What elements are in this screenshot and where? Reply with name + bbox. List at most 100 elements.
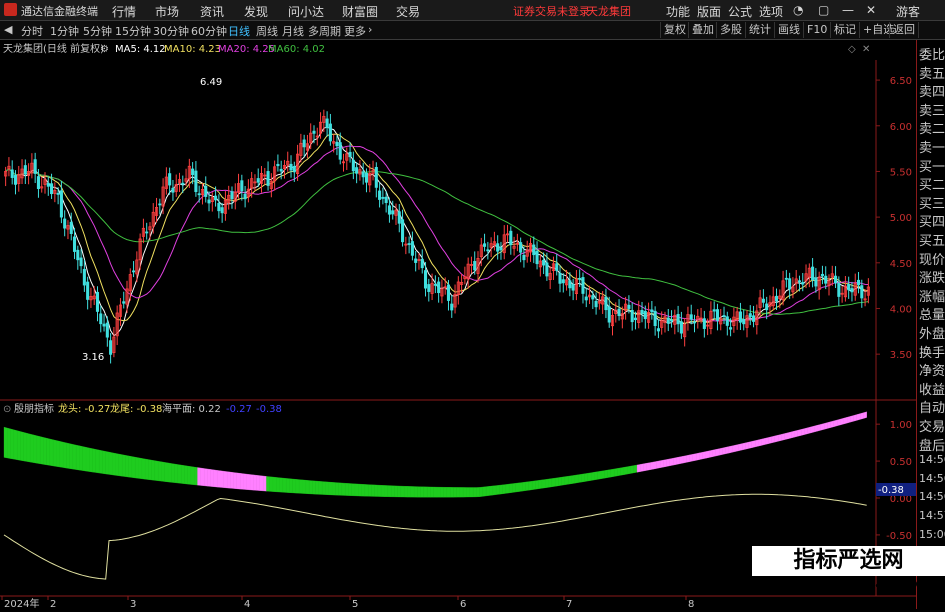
indicator-ribbon <box>725 446 730 454</box>
skin-icon[interactable]: ▢ <box>818 3 829 17</box>
tab-fenshi[interactable]: 分时 <box>21 23 43 39</box>
side-item[interactable]: 收益 <box>919 379 945 398</box>
side-item[interactable]: 净资 <box>919 360 945 379</box>
menu-item-caifuquan[interactable]: 财富圈 <box>342 3 378 20</box>
prev-icon[interactable]: ◀ <box>4 23 12 36</box>
side-item[interactable]: 卖三 <box>919 100 945 119</box>
indicator-ribbon <box>797 429 802 437</box>
menu-item-shichang[interactable]: 市场 <box>155 3 179 20</box>
tab-daily[interactable]: 日线 <box>228 23 250 39</box>
indicator-ribbon <box>692 453 697 462</box>
side-item[interactable]: 14:57 <box>919 509 945 522</box>
candle-body <box>23 165 27 175</box>
xtick-label: 2 <box>50 599 56 609</box>
tab-5min[interactable]: 5分钟 <box>83 23 112 39</box>
indicator-ribbon <box>492 485 497 496</box>
side-item[interactable]: 14:56 <box>919 472 945 485</box>
tab-multi-period[interactable]: 多周期 <box>308 23 341 39</box>
menu-item-gongshi[interactable]: 公式 <box>728 3 752 20</box>
side-item[interactable]: 涨幅 <box>919 286 945 305</box>
tab-1min[interactable]: 1分钟 <box>50 23 79 39</box>
indicator-ribbon <box>305 480 310 495</box>
close-icon[interactable]: ✕ <box>866 3 876 17</box>
side-item[interactable]: 卖四 <box>919 81 945 100</box>
candle-body <box>407 243 411 245</box>
candle-body <box>542 259 546 266</box>
side-item[interactable]: 卖二 <box>919 118 945 137</box>
candle-body <box>79 257 83 267</box>
side-item[interactable]: 14:56 <box>919 490 945 503</box>
ytick-label: 4.00 <box>890 304 912 315</box>
side-item[interactable]: 买四 <box>919 211 945 230</box>
indicator-ribbon <box>522 481 526 492</box>
side-item[interactable]: 买一 <box>919 156 945 175</box>
menu-item-banmian[interactable]: 版面 <box>697 3 721 20</box>
btn-f10[interactable]: F10 <box>803 22 830 38</box>
panel-close-icon[interactable]: ✕ <box>862 44 870 55</box>
indicator-ribbon <box>512 483 516 493</box>
side-item[interactable]: 15:00 <box>919 528 945 541</box>
menu-item-jiaoyi[interactable]: 交易 <box>396 3 420 20</box>
ma20-label: MA20: 4.25 <box>218 44 275 55</box>
menu-item-zixun[interactable]: 资讯 <box>200 3 224 20</box>
minimize-icon[interactable]: — <box>842 3 854 17</box>
side-item[interactable]: 外盘 <box>919 323 945 342</box>
panel-collapse-icon[interactable]: ◇ <box>848 44 856 55</box>
side-item[interactable]: 交易 <box>919 416 945 435</box>
side-item[interactable]: 买二 <box>919 174 945 193</box>
btn-biaoji[interactable]: 标记 <box>830 22 859 38</box>
side-item[interactable]: 委比 <box>919 44 945 63</box>
menu-item-wenxiaoda[interactable]: 问小达 <box>288 3 324 20</box>
side-item[interactable]: 现价 <box>919 249 945 268</box>
tab-monthly[interactable]: 月线 <box>282 23 304 39</box>
indicator-ribbon <box>374 484 379 497</box>
menu-item-xuanxiang[interactable]: 选项 <box>759 3 783 20</box>
user-icon[interactable]: ◔ <box>793 3 803 17</box>
candle-body <box>230 191 234 200</box>
menu-item-gongneng[interactable]: 功能 <box>666 3 690 20</box>
chart-area[interactable]: 天龙集团(日线 前复权) ⚙ MA5: 4.12 MA10: 4.23 MA20… <box>0 40 916 610</box>
btn-tongji[interactable]: 统计 <box>745 22 774 38</box>
side-item[interactable]: 自动 <box>919 397 945 416</box>
side-item[interactable]: 卖五 <box>919 63 945 82</box>
tab-weekly[interactable]: 周线 <box>256 23 278 39</box>
indicator-ribbon <box>240 473 244 490</box>
indicator-ribbon <box>863 411 867 419</box>
tab-15min[interactable]: 15分钟 <box>115 23 151 39</box>
settings-gear-icon[interactable]: ⚙ <box>100 44 109 55</box>
side-item[interactable]: 买三 <box>919 193 945 212</box>
btn-diejia[interactable]: 叠加 <box>688 22 717 38</box>
candle-body <box>384 196 388 204</box>
guest-label[interactable]: 游客 <box>896 3 920 20</box>
indicator-ribbon <box>85 447 90 472</box>
side-item[interactable]: 涨跌 <box>919 267 945 286</box>
tab-30min[interactable]: 30分钟 <box>153 23 189 39</box>
login-status[interactable]: 证券交易未登录 <box>513 3 590 19</box>
menu-item-hangqing[interactable]: 行情 <box>112 3 136 20</box>
side-item[interactable]: 总量 <box>919 304 945 323</box>
btn-fanhui[interactable]: 返回 <box>889 22 919 38</box>
candle-body <box>811 266 815 280</box>
btn-duogu[interactable]: 多股 <box>716 22 745 38</box>
indicator-ribbon <box>860 412 864 420</box>
indicator-ribbon <box>66 442 70 469</box>
side-item[interactable]: 14:56 <box>919 453 945 466</box>
tab-60min[interactable]: 60分钟 <box>191 23 227 39</box>
indicator-ribbon <box>643 462 648 472</box>
tab-more[interactable]: 更多 <box>344 23 366 39</box>
indicator-ribbon <box>7 427 11 459</box>
btn-fuquan[interactable]: 复权 <box>660 22 689 38</box>
menu-item-faxian[interactable]: 发现 <box>244 3 268 20</box>
side-item[interactable]: 卖一 <box>919 137 945 156</box>
indicator-settings-icon[interactable]: ⊙ <box>3 404 11 415</box>
more-chevron-icon[interactable]: › <box>368 23 372 36</box>
indicator-ribbon <box>705 450 710 459</box>
side-item[interactable]: 换手 <box>919 342 945 361</box>
indicator-ribbon <box>89 447 93 473</box>
side-item[interactable]: 盘后 <box>919 435 945 454</box>
chart-svg[interactable]: 天龙集团(日线 前复权) ⚙ MA5: 4.12 MA10: 4.23 MA20… <box>0 40 916 610</box>
side-item[interactable]: 买五 <box>919 230 945 249</box>
btn-huaxian[interactable]: 画线 <box>774 22 803 38</box>
candle-body <box>499 247 503 251</box>
indicator-ribbon <box>554 477 559 487</box>
